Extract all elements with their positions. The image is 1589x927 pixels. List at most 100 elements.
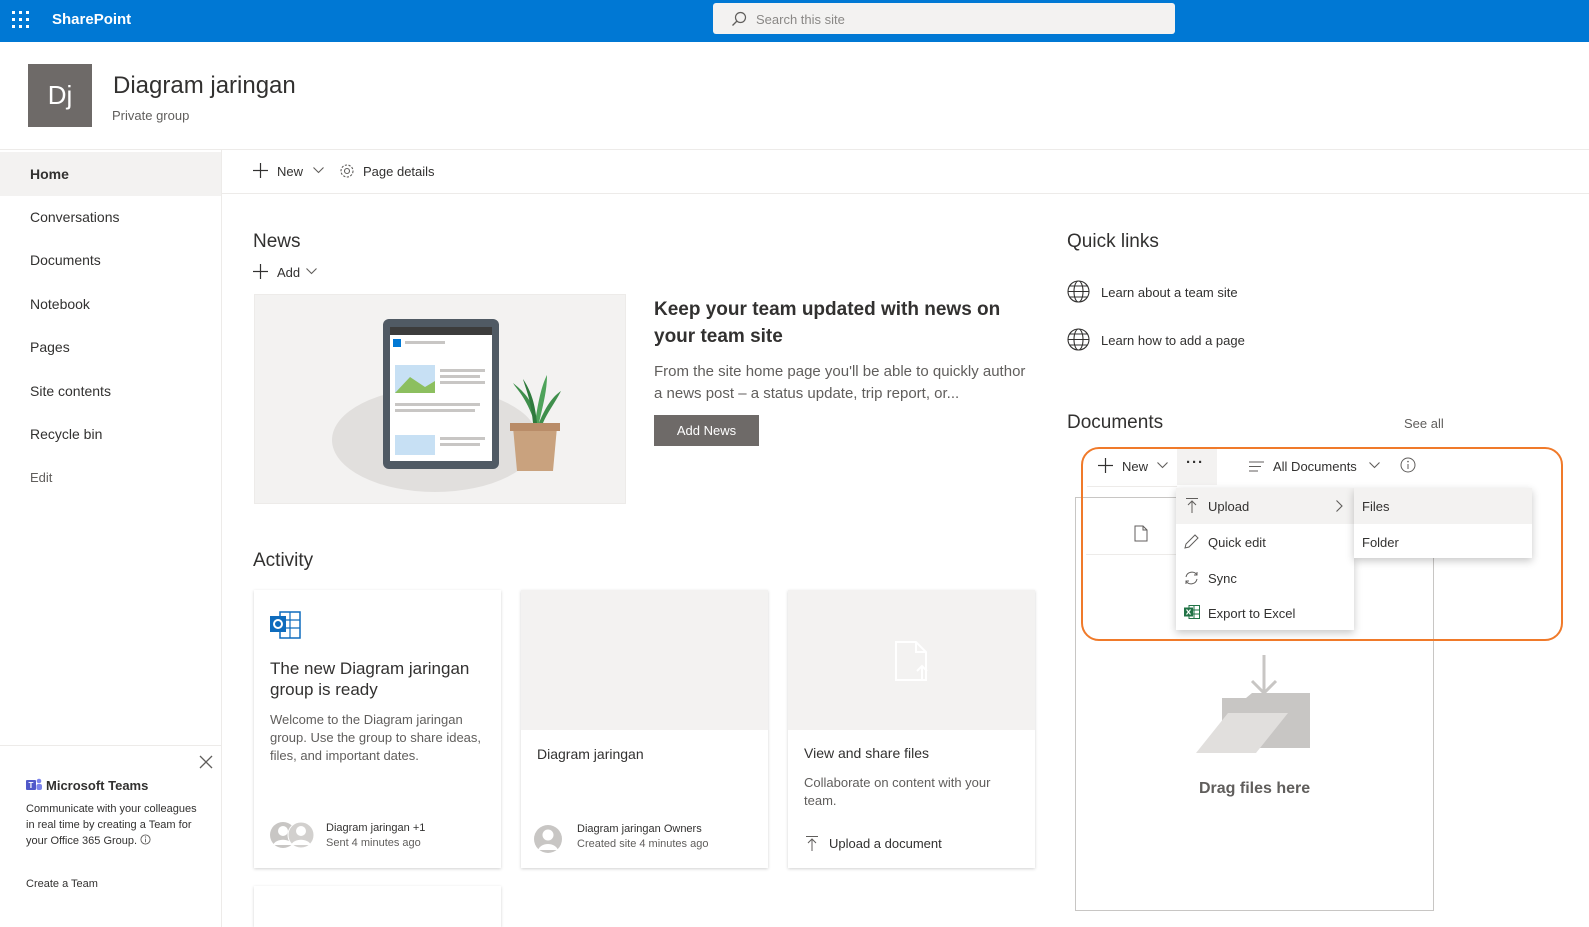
person-avatar-icon [534, 825, 562, 853]
news-illustration [254, 294, 626, 504]
nav-item-recycle-bin[interactable]: Recycle bin [0, 412, 221, 456]
search-box[interactable] [713, 3, 1175, 34]
teams-icon: T [26, 778, 42, 790]
info-icon[interactable] [140, 834, 151, 845]
site-title[interactable]: Diagram jaringan [113, 72, 296, 100]
activity-card-share-files[interactable]: View and share files Collaborate on cont… [788, 590, 1035, 868]
news-headline: Keep your team updated with news on your… [654, 299, 1001, 347]
plus-icon [253, 264, 268, 279]
news-add-label: Add [277, 265, 301, 280]
page-command-bar: New Page details [222, 150, 1589, 194]
add-news-button[interactable]: Add News [654, 415, 759, 446]
card-title: View and share files [804, 745, 930, 761]
upload-document-link[interactable]: Upload a document [806, 835, 986, 853]
gear-icon [340, 164, 354, 178]
card-description: Welcome to the Diagram jaringan group. U… [270, 712, 482, 763]
drop-folder-icon [1196, 655, 1310, 753]
new-button[interactable]: New [253, 162, 325, 182]
more-icon: ··· [1186, 454, 1204, 471]
quick-link-team-site[interactable]: Learn about a team site [1067, 280, 1287, 304]
teams-promo-description: Communicate with your colleagues in real… [26, 801, 206, 849]
menu-item-upload[interactable]: Upload [1176, 488, 1354, 524]
upload-submenu: Files Folder [1354, 488, 1532, 558]
news-heading: News [253, 231, 301, 252]
documents-command-bar: New ··· All Documents [1087, 447, 1537, 487]
view-selector-label: All Documents [1273, 459, 1357, 474]
nav-edit-link[interactable]: Edit [0, 456, 221, 500]
site-privacy-label: Private group [112, 108, 190, 123]
card-time: Created site 4 minutes ago [577, 838, 709, 850]
upload-icon [806, 836, 818, 851]
activity-card-partial[interactable] [254, 886, 501, 927]
card-thumbnail [521, 590, 768, 730]
site-logo[interactable]: Dj [28, 64, 92, 127]
brand-name[interactable]: SharePoint [52, 11, 131, 28]
quick-links-heading: Quick links [1067, 231, 1159, 252]
outlook-icon [270, 611, 301, 639]
card-author: Diagram jaringan +1 [326, 822, 426, 834]
submenu-item-folder[interactable]: Folder [1354, 524, 1532, 560]
nav-item-conversations[interactable]: Conversations [0, 195, 221, 239]
menu-item-label: Upload [1208, 499, 1250, 514]
teams-promo-title: Microsoft Teams [46, 778, 149, 793]
documents-new-button[interactable]: New [1098, 457, 1170, 477]
view-selector[interactable]: All Documents [1249, 457, 1384, 477]
chevron-down-icon [1369, 462, 1380, 469]
card-thumbnail [788, 590, 1035, 730]
news-body-text: From the site home page you'll be able t… [654, 363, 1026, 402]
submenu-item-files[interactable]: Files [1354, 488, 1532, 524]
app-launcher-icon[interactable] [12, 11, 30, 29]
nav-item-home[interactable]: Home [0, 152, 221, 196]
command-bar-divider [1087, 486, 1177, 487]
teams-promo-text: Communicate with your colleagues in real… [26, 803, 197, 847]
submenu-item-label: Folder [1362, 535, 1399, 550]
more-options-menu: Upload Quick edit Sync Export to Excel [1176, 488, 1354, 630]
globe-icon [1067, 280, 1090, 303]
pencil-icon [1184, 534, 1199, 549]
globe-icon [1067, 328, 1090, 351]
submenu-item-label: Files [1362, 499, 1390, 514]
chevron-down-icon [313, 167, 324, 174]
close-icon[interactable] [198, 754, 214, 770]
documents-new-label: New [1122, 459, 1149, 474]
plus-icon [1098, 458, 1113, 473]
quick-link-label: Learn how to add a page [1101, 333, 1245, 348]
create-team-link[interactable]: Create a Team [26, 878, 98, 890]
upload-document-label: Upload a document [829, 836, 942, 851]
card-title: The new Diagram jaringan group is ready [270, 659, 470, 699]
file-upload-icon [895, 641, 928, 681]
nav-item-site-contents[interactable]: Site contents [0, 369, 221, 413]
nav-item-pages[interactable]: Pages [0, 325, 221, 369]
info-icon[interactable] [1400, 457, 1416, 473]
plus-icon [253, 163, 268, 178]
more-options-button[interactable]: ··· [1177, 447, 1217, 485]
menu-item-quick-edit[interactable]: Quick edit [1176, 524, 1354, 560]
chevron-down-icon [1157, 462, 1168, 469]
menu-item-label: Quick edit [1208, 535, 1266, 550]
card-author: Diagram jaringan Owners [577, 823, 702, 835]
page-details-label: Page details [363, 164, 435, 179]
sync-icon [1185, 571, 1198, 585]
card-time: Sent 4 minutes ago [326, 837, 421, 849]
group-avatar-icon [270, 821, 315, 849]
menu-item-sync[interactable]: Sync [1176, 560, 1354, 596]
new-button-label: New [277, 164, 304, 179]
search-input[interactable] [756, 9, 1156, 29]
quick-link-add-page[interactable]: Learn how to add a page [1067, 328, 1287, 352]
card-title: Diagram jaringan [537, 746, 644, 762]
suite-header: SharePoint [0, 0, 1589, 42]
activity-heading: Activity [253, 550, 314, 571]
tablet-plant-illustration [332, 319, 561, 492]
activity-card-group-ready[interactable]: The new Diagram jaringan group is ready … [254, 590, 501, 868]
nav-item-notebook[interactable]: Notebook [0, 282, 221, 326]
nav-item-documents[interactable]: Documents [0, 238, 221, 282]
teams-promo-panel: T Microsoft Teams Communicate with your … [0, 745, 221, 927]
documents-heading: Documents [1067, 412, 1164, 433]
chevron-right-icon [1336, 500, 1343, 512]
search-icon [732, 11, 747, 26]
menu-item-export-excel[interactable]: Export to Excel [1176, 595, 1354, 631]
file-type-icon [1134, 525, 1148, 542]
activity-card-site[interactable]: Diagram jaringan Diagram jaringan Owners… [521, 590, 768, 868]
see-all-link[interactable]: See all [1404, 416, 1444, 431]
page-details-button[interactable]: Page details [339, 162, 449, 182]
